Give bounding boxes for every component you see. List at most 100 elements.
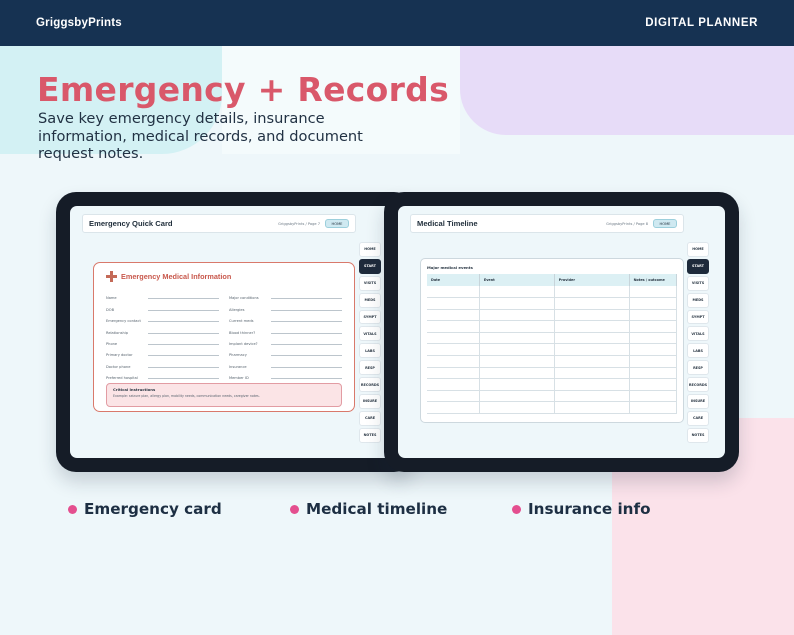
table-cell[interactable] <box>479 390 555 403</box>
tab-resp[interactable]: RESP <box>687 360 709 376</box>
table-cell[interactable] <box>554 332 630 345</box>
table-cell[interactable] <box>479 378 555 391</box>
tab-notes[interactable]: NOTES <box>687 427 709 443</box>
tab-vitals[interactable]: VITALS <box>687 326 709 342</box>
table-cell[interactable] <box>629 343 678 357</box>
table-cell[interactable] <box>629 286 678 299</box>
table-cell[interactable] <box>629 401 678 415</box>
tab-insure[interactable]: INSURE <box>359 394 381 409</box>
field-input-line[interactable] <box>148 332 219 334</box>
tab-care[interactable]: CARE <box>359 410 381 426</box>
tab-notes[interactable]: NOTES <box>359 427 381 443</box>
table-cell[interactable] <box>629 297 678 310</box>
table-cell[interactable] <box>427 390 480 403</box>
table-cell[interactable] <box>479 367 555 380</box>
table-cell[interactable] <box>554 390 630 403</box>
critical-instructions[interactable]: Critical Instructions Example: seizure p… <box>106 383 342 408</box>
field-input-line[interactable] <box>271 355 342 357</box>
tab-meds[interactable]: MEDS <box>359 292 381 308</box>
tab-labs[interactable]: LABS <box>687 343 709 359</box>
form-field[interactable]: Insurance <box>229 357 342 369</box>
table-cell[interactable] <box>629 378 678 391</box>
form-field[interactable]: Member ID <box>229 369 342 380</box>
table-cell[interactable] <box>554 367 630 380</box>
form-field[interactable]: Emergency contact <box>106 312 219 323</box>
table-cell[interactable] <box>629 367 678 380</box>
table-cell[interactable] <box>479 320 555 333</box>
table-cell[interactable] <box>554 355 630 368</box>
field-input-line[interactable] <box>148 366 219 368</box>
tab-visits[interactable]: VISITS <box>687 275 709 291</box>
table-cell[interactable] <box>427 343 480 357</box>
form-field[interactable]: Allergies <box>229 300 342 312</box>
field-input-line[interactable] <box>148 343 219 345</box>
form-field[interactable]: Primary doctor <box>106 346 219 357</box>
form-field[interactable]: Name <box>106 289 219 300</box>
tab-insure[interactable]: INSURE <box>687 394 709 409</box>
tab-sympt[interactable]: SYMPT <box>687 309 709 325</box>
table-cell[interactable] <box>554 378 630 391</box>
field-input-line[interactable] <box>271 321 342 323</box>
form-field[interactable]: Major conditions <box>229 289 342 300</box>
table-cell[interactable] <box>479 297 555 310</box>
form-field[interactable]: Current meds <box>229 312 342 323</box>
form-field[interactable]: Implant device? <box>229 335 342 346</box>
tab-home[interactable]: HOME <box>687 242 709 257</box>
field-input-line[interactable] <box>271 332 342 334</box>
field-input-line[interactable] <box>271 378 342 380</box>
table-cell[interactable] <box>629 332 678 345</box>
home-button[interactable]: HOME <box>653 219 677 228</box>
field-input-line[interactable] <box>271 309 342 311</box>
form-field[interactable]: Pharmacy <box>229 346 342 357</box>
table-cell[interactable] <box>629 309 678 322</box>
tab-records[interactable]: RECORDS <box>687 377 709 393</box>
tab-records[interactable]: RECORDS <box>359 377 381 393</box>
field-input-line[interactable] <box>148 309 219 311</box>
field-input-line[interactable] <box>148 298 219 300</box>
table-cell[interactable] <box>427 378 480 391</box>
tab-vitals[interactable]: VITALS <box>359 326 381 342</box>
tab-home[interactable]: HOME <box>359 242 381 257</box>
form-field[interactable]: Doctor phone <box>106 357 219 369</box>
table-cell[interactable] <box>479 343 555 357</box>
tab-sympt[interactable]: SYMPT <box>359 309 381 325</box>
table-cell[interactable] <box>629 390 678 403</box>
tab-meds[interactable]: MEDS <box>687 292 709 308</box>
table-cell[interactable] <box>629 320 678 333</box>
table-cell[interactable] <box>427 401 480 415</box>
form-field[interactable]: Blood thinner? <box>229 323 342 335</box>
field-input-line[interactable] <box>271 343 342 345</box>
table-cell[interactable] <box>427 332 480 345</box>
form-field[interactable]: Phone <box>106 335 219 346</box>
tab-labs[interactable]: LABS <box>359 343 381 359</box>
table-cell[interactable] <box>427 297 480 310</box>
field-input-line[interactable] <box>271 366 342 368</box>
field-input-line[interactable] <box>148 355 219 357</box>
table-cell[interactable] <box>479 286 555 299</box>
home-button[interactable]: HOME <box>325 219 349 228</box>
tab-start[interactable]: START <box>687 258 709 274</box>
table-cell[interactable] <box>629 355 678 368</box>
tab-care[interactable]: CARE <box>687 410 709 426</box>
table-cell[interactable] <box>427 355 480 368</box>
table-cell[interactable] <box>427 309 480 322</box>
table-cell[interactable] <box>479 401 555 415</box>
table-cell[interactable] <box>554 286 630 299</box>
form-field[interactable]: DOB <box>106 300 219 312</box>
table-cell[interactable] <box>554 297 630 310</box>
table-cell[interactable] <box>554 320 630 333</box>
table-cell[interactable] <box>554 343 630 357</box>
table-cell[interactable] <box>427 286 480 299</box>
form-field[interactable]: Relationship <box>106 323 219 335</box>
field-input-line[interactable] <box>148 321 219 323</box>
form-field[interactable]: Preferred hospital <box>106 369 219 380</box>
table-cell[interactable] <box>427 320 480 333</box>
table-cell[interactable] <box>479 332 555 345</box>
table-cell[interactable] <box>554 309 630 322</box>
field-input-line[interactable] <box>148 378 219 380</box>
table-cell[interactable] <box>554 401 630 415</box>
tab-resp[interactable]: RESP <box>359 360 381 376</box>
tab-visits[interactable]: VISITS <box>359 275 381 291</box>
table-cell[interactable] <box>479 309 555 322</box>
table-cell[interactable] <box>427 367 480 380</box>
